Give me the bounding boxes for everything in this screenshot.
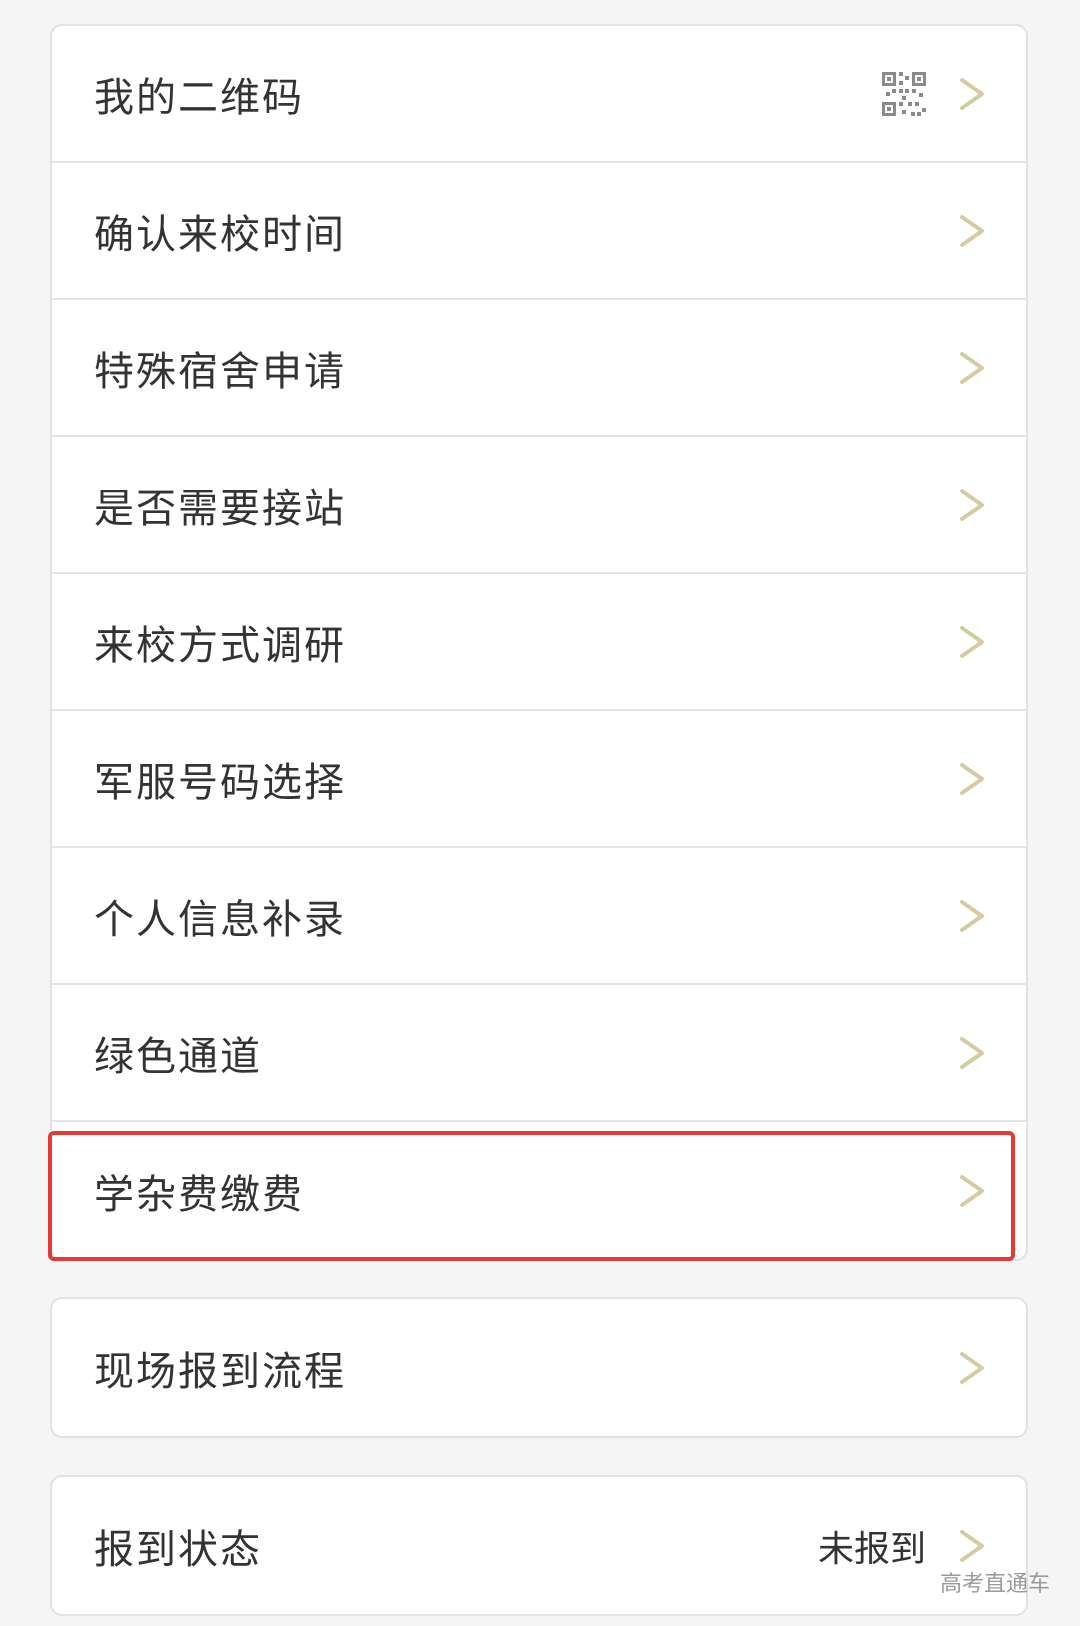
process-card: 现场报到流程 [50, 1297, 1028, 1438]
menu-item-registration-status[interactable]: 报到状态 未报到 [52, 1477, 1026, 1614]
menu-item-label: 确认来校时间 [94, 211, 346, 258]
status-card: 报到状态 未报到 [50, 1475, 1028, 1616]
menu-item-uniform-size[interactable]: 军服号码选择 [52, 711, 1026, 848]
status-value: 未报到 [817, 1528, 926, 1570]
chevron-right-icon [958, 213, 986, 249]
menu-item-special-dorm[interactable]: 特殊宿舍申请 [52, 300, 1026, 437]
chevron-right-icon [958, 1350, 986, 1386]
menu-item-label: 是否需要接站 [94, 485, 346, 532]
menu-item-label: 来校方式调研 [94, 622, 346, 669]
menu-card: 我的二维码 确认来校时间 特殊宿舍申请 是否需要接站 来校方式调研 军服号码选择… [50, 24, 1028, 1261]
menu-item-label: 绿色通道 [94, 1033, 262, 1080]
status-label: 报到状态 [94, 1526, 262, 1573]
chevron-right-icon [958, 1528, 986, 1564]
menu-item-station-pickup[interactable]: 是否需要接站 [52, 437, 1026, 574]
menu-item-onsite-process[interactable]: 现场报到流程 [52, 1299, 1026, 1436]
menu-item-label: 个人信息补录 [94, 896, 346, 943]
watermark: 高考直通车 [939, 1572, 1050, 1597]
menu-item-confirm-arrival-time[interactable]: 确认来校时间 [52, 163, 1026, 300]
chevron-right-icon [958, 1173, 986, 1209]
chevron-right-icon [958, 898, 986, 934]
chevron-right-icon [958, 761, 986, 797]
qr-code-icon [882, 71, 926, 116]
menu-item-label: 现场报到流程 [94, 1348, 346, 1395]
menu-item-personal-info[interactable]: 个人信息补录 [52, 848, 1026, 985]
chevron-right-icon [958, 624, 986, 660]
menu-item-travel-survey[interactable]: 来校方式调研 [52, 574, 1026, 711]
menu-item-label: 学杂费缴费 [94, 1171, 304, 1218]
menu-item-label: 军服号码选择 [94, 759, 346, 806]
chevron-right-icon [958, 76, 986, 112]
menu-item-tuition-payment[interactable]: 学杂费缴费 [52, 1122, 1026, 1259]
chevron-right-icon [958, 350, 986, 386]
menu-item-my-qrcode[interactable]: 我的二维码 [52, 26, 1026, 163]
menu-item-label: 我的二维码 [94, 74, 304, 121]
chevron-right-icon [958, 1035, 986, 1071]
menu-item-green-channel[interactable]: 绿色通道 [52, 985, 1026, 1122]
chevron-right-icon [958, 487, 986, 523]
menu-item-label: 特殊宿舍申请 [94, 348, 346, 395]
